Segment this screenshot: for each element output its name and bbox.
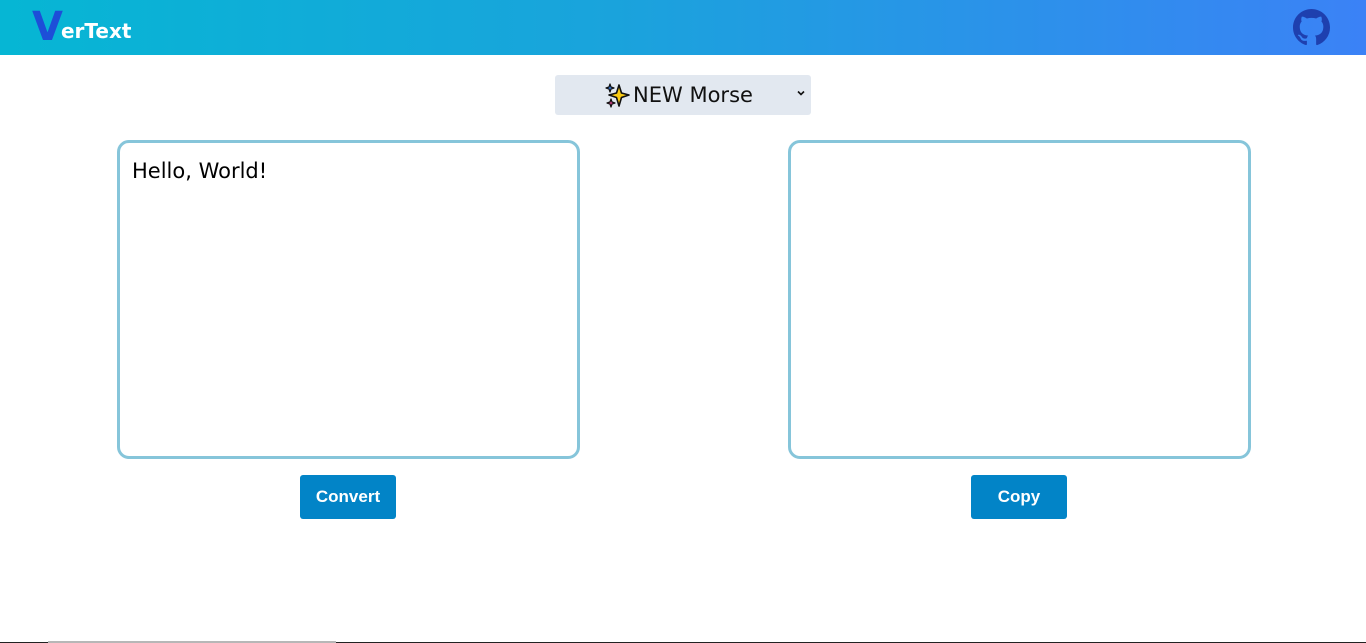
output-textarea[interactable] (788, 140, 1251, 459)
sparkles-icon (605, 83, 630, 108)
top-header: V erText (0, 0, 1366, 55)
logo-text: erText (60, 19, 132, 43)
app-logo[interactable]: V erText (32, 4, 132, 50)
chevron-down-icon (797, 90, 805, 96)
github-icon[interactable] (1293, 9, 1330, 46)
select-label: NEW Morse (633, 83, 753, 107)
conversion-mode-select[interactable]: NEW Morse (555, 75, 811, 115)
logo-letter: V (32, 4, 63, 50)
input-textarea[interactable]: Hello, World! (117, 140, 580, 459)
convert-button[interactable]: Convert (300, 475, 396, 519)
copy-button[interactable]: Copy (971, 475, 1067, 519)
